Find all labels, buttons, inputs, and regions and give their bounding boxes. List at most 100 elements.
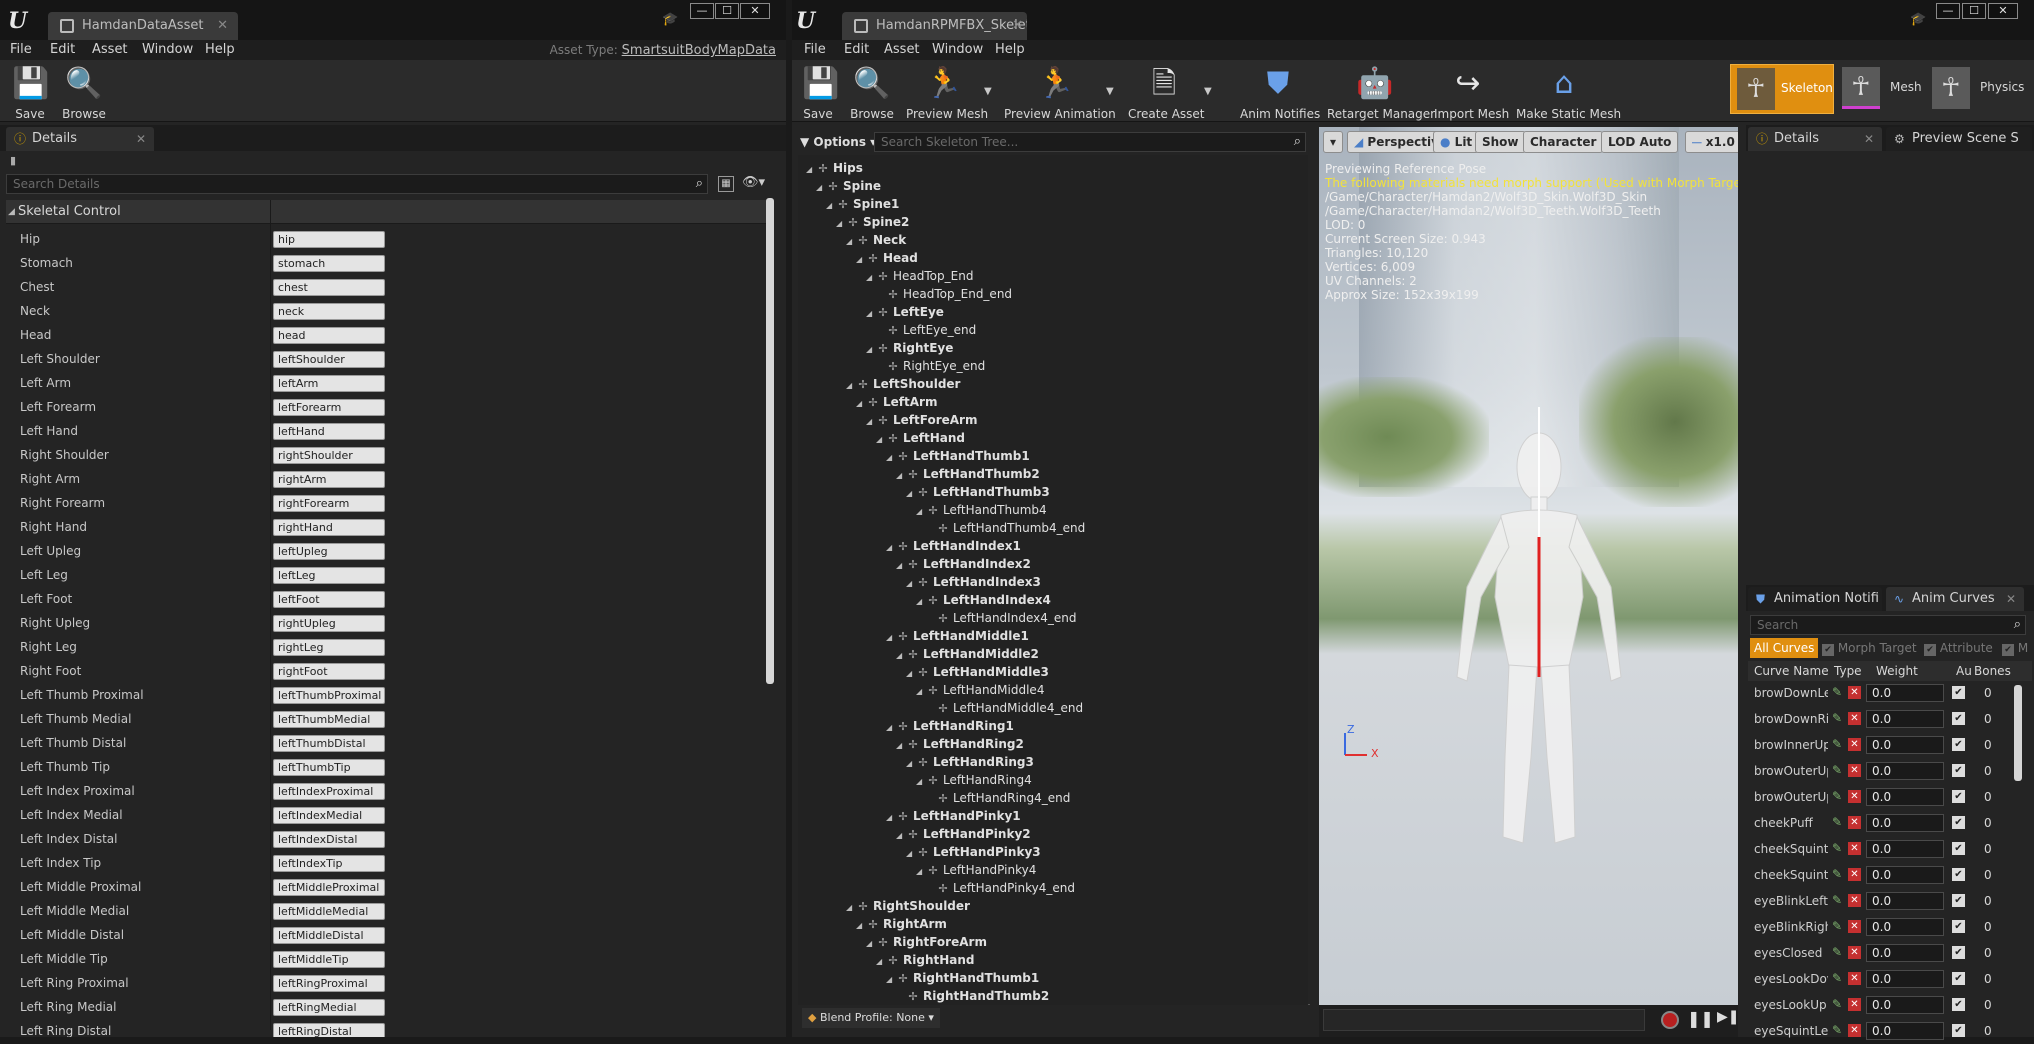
- property-value-field[interactable]: leftIndexDistal: [273, 831, 385, 848]
- import-mesh-button[interactable]: ↪ Import Mesh: [1434, 62, 1509, 121]
- delete-curve-icon[interactable]: ✕: [1848, 764, 1861, 777]
- property-value-field[interactable]: neck: [273, 303, 385, 320]
- property-value-field[interactable]: leftForearm: [273, 399, 385, 416]
- morph-target-filter[interactable]: ✔ Morph Target: [1822, 638, 1917, 658]
- minimize-button[interactable]: —: [1936, 3, 1960, 19]
- expand-arrow-icon[interactable]: ◢: [866, 305, 874, 323]
- chevron-down-icon[interactable]: ▼: [1204, 86, 1212, 97]
- expand-arrow-icon[interactable]: ◢: [876, 953, 884, 971]
- eye-icon[interactable]: 👁▾: [742, 175, 765, 190]
- delete-curve-icon[interactable]: ✕: [1848, 998, 1861, 1011]
- expand-arrow-icon[interactable]: ◢: [856, 917, 864, 935]
- expand-arrow-icon[interactable]: ◢: [806, 161, 814, 179]
- property-value-field[interactable]: leftUpleg: [273, 543, 385, 560]
- menu-asset[interactable]: Asset: [92, 40, 128, 60]
- expand-arrow-icon[interactable]: ◢: [846, 233, 854, 251]
- close-window-button[interactable]: ✕: [740, 3, 770, 19]
- expand-arrow-icon[interactable]: ◢: [886, 719, 894, 737]
- auto-checkbox[interactable]: ✔: [1952, 894, 1965, 907]
- weight-input[interactable]: 0.0: [1866, 892, 1944, 910]
- close-icon[interactable]: ✕: [1864, 127, 1874, 151]
- curve-row[interactable]: eyeBlinkLeft ✎ ✕ 0.0 ✔ 0: [1752, 888, 2014, 914]
- property-value-field[interactable]: leftThumbTip: [273, 759, 385, 776]
- curve-row[interactable]: browOuterUp ✎ ✕ 0.0 ✔ 0: [1752, 784, 2014, 810]
- skeleton-tab[interactable]: HamdanRPMFBX_Skeleto ✕: [842, 12, 1027, 40]
- property-value-field[interactable]: rightFoot: [273, 663, 385, 680]
- delete-curve-icon[interactable]: ✕: [1848, 712, 1861, 725]
- weight-input[interactable]: 0.0: [1866, 840, 1944, 858]
- maximize-button[interactable]: ☐: [1962, 3, 1986, 19]
- weight-input[interactable]: 0.0: [1866, 762, 1944, 780]
- bone-tree-item[interactable]: ◢ ✢ RightHand: [876, 951, 975, 969]
- auto-checkbox[interactable]: ✔: [1952, 816, 1965, 829]
- property-value-field[interactable]: stomach: [273, 255, 385, 272]
- expand-arrow-icon[interactable]: ◢: [896, 557, 904, 575]
- category-skeletal-control[interactable]: ◢ Skeletal Control: [6, 200, 772, 224]
- viewport-options-dropdown[interactable]: ▾: [1323, 131, 1343, 153]
- bone-tree-item[interactable]: ◢ ✢ Head: [856, 249, 918, 267]
- property-value-field[interactable]: leftMiddleProximal: [273, 879, 385, 896]
- curve-row[interactable]: eyeBlinkRigh ✎ ✕ 0.0 ✔ 0: [1752, 914, 2014, 940]
- grid-view-icon[interactable]: ▦: [718, 176, 734, 192]
- weight-input[interactable]: 0.0: [1866, 788, 1944, 806]
- expand-arrow-icon[interactable]: ◢: [906, 845, 914, 863]
- bone-tree-item[interactable]: ◢ ✢ RightArm: [856, 915, 947, 933]
- bone-tree-item[interactable]: ◢ ✢ LeftHandRing2: [896, 735, 1024, 753]
- menu-asset[interactable]: Asset: [884, 40, 920, 60]
- preview-mesh-button[interactable]: 🏃 Preview Mesh: [906, 62, 988, 121]
- property-value-field[interactable]: rightUpleg: [273, 615, 385, 632]
- property-value-field[interactable]: rightForearm: [273, 495, 385, 512]
- playback-speed-button[interactable]: ⏤ x1.0: [1685, 131, 1738, 153]
- bone-tree-item[interactable]: ◢ ✢ Spine2: [836, 213, 909, 231]
- bone-tree-item[interactable]: ◢ ✢ LeftHandThumb2: [896, 465, 1040, 483]
- auto-checkbox[interactable]: ✔: [1952, 712, 1965, 725]
- col-weight[interactable]: Weight: [1876, 661, 1918, 681]
- asset-type-link[interactable]: SmartsuitBodyMapData: [622, 43, 776, 58]
- weight-input[interactable]: 0.0: [1866, 970, 1944, 988]
- weight-input[interactable]: 0.0: [1866, 736, 1944, 754]
- bone-tree-item[interactable]: ◢ ✢ LeftEye: [866, 303, 944, 321]
- expand-arrow-icon[interactable]: ◢: [886, 629, 894, 647]
- close-window-button[interactable]: ✕: [1988, 3, 2018, 19]
- curve-row[interactable]: browDownLe ✎ ✕ 0.0 ✔ 0: [1752, 680, 2014, 706]
- curve-row[interactable]: eyeSquintLef ✎ ✕ 0.0 ✔ 0: [1752, 1018, 2014, 1044]
- property-value-field[interactable]: leftMiddleMedial: [273, 903, 385, 920]
- menu-edit[interactable]: Edit: [50, 40, 75, 60]
- bone-tree-item[interactable]: ◢ ✢ Spine: [816, 177, 881, 195]
- browse-button[interactable]: 🔍 Browse: [848, 62, 896, 121]
- expand-arrow-icon[interactable]: ◢: [906, 575, 914, 593]
- expand-arrow-icon[interactable]: ◢: [856, 395, 864, 413]
- property-value-field[interactable]: leftIndexMedial: [273, 807, 385, 824]
- maximize-button[interactable]: ☐: [715, 3, 739, 19]
- auto-checkbox[interactable]: ✔: [1952, 920, 1965, 933]
- expand-arrow-icon[interactable]: ◢: [846, 899, 854, 917]
- delete-curve-icon[interactable]: ✕: [1848, 972, 1861, 985]
- expand-arrow-icon[interactable]: ◢: [906, 485, 914, 503]
- bone-tree-item[interactable]: ✢ LeftHandRing4_end: [926, 789, 1070, 807]
- delete-curve-icon[interactable]: ✕: [1848, 816, 1861, 829]
- auto-checkbox[interactable]: ✔: [1952, 764, 1965, 777]
- expand-arrow-icon[interactable]: ◢: [916, 593, 924, 611]
- expand-arrow-icon[interactable]: ◢: [886, 971, 894, 989]
- expand-arrow-icon[interactable]: ◢: [886, 449, 894, 467]
- bone-tree-item[interactable]: ✢ LeftHandThumb4_end: [926, 519, 1085, 537]
- skeleton-search-input[interactable]: Search Skeleton Tree... ⌕: [874, 132, 1306, 152]
- expand-arrow-icon[interactable]: ◢: [916, 503, 924, 521]
- curves-search-input[interactable]: Search ⌕: [1750, 615, 2026, 635]
- close-icon[interactable]: ✕: [1012, 12, 1023, 40]
- auto-checkbox[interactable]: ✔: [1952, 1024, 1965, 1037]
- expand-arrow-icon[interactable]: ◢: [916, 863, 924, 881]
- property-value-field[interactable]: leftThumbProximal: [273, 687, 385, 704]
- tab-details[interactable]: ⓘ Details ✕: [6, 127, 154, 151]
- menu-edit[interactable]: Edit: [844, 40, 869, 60]
- expand-arrow-icon[interactable]: ◢: [906, 755, 914, 773]
- bone-tree-item[interactable]: ◢ ✢ LeftHandPinky2: [896, 825, 1031, 843]
- menu-window[interactable]: Window: [142, 40, 193, 60]
- property-value-field[interactable]: rightShoulder: [273, 447, 385, 464]
- expand-arrow-icon[interactable]: ◢: [896, 467, 904, 485]
- bone-tree-item[interactable]: ◢ ✢ LeftForeArm: [866, 411, 977, 429]
- make-static-mesh-button[interactable]: ⌂ Make Static Mesh: [1516, 62, 1621, 121]
- bone-tree-item[interactable]: ✢ RightHandThumb2: [896, 987, 1049, 1005]
- property-value-field[interactable]: rightHand: [273, 519, 385, 536]
- anim-notifies-button[interactable]: ⛊ Anim Notifies: [1240, 62, 1320, 121]
